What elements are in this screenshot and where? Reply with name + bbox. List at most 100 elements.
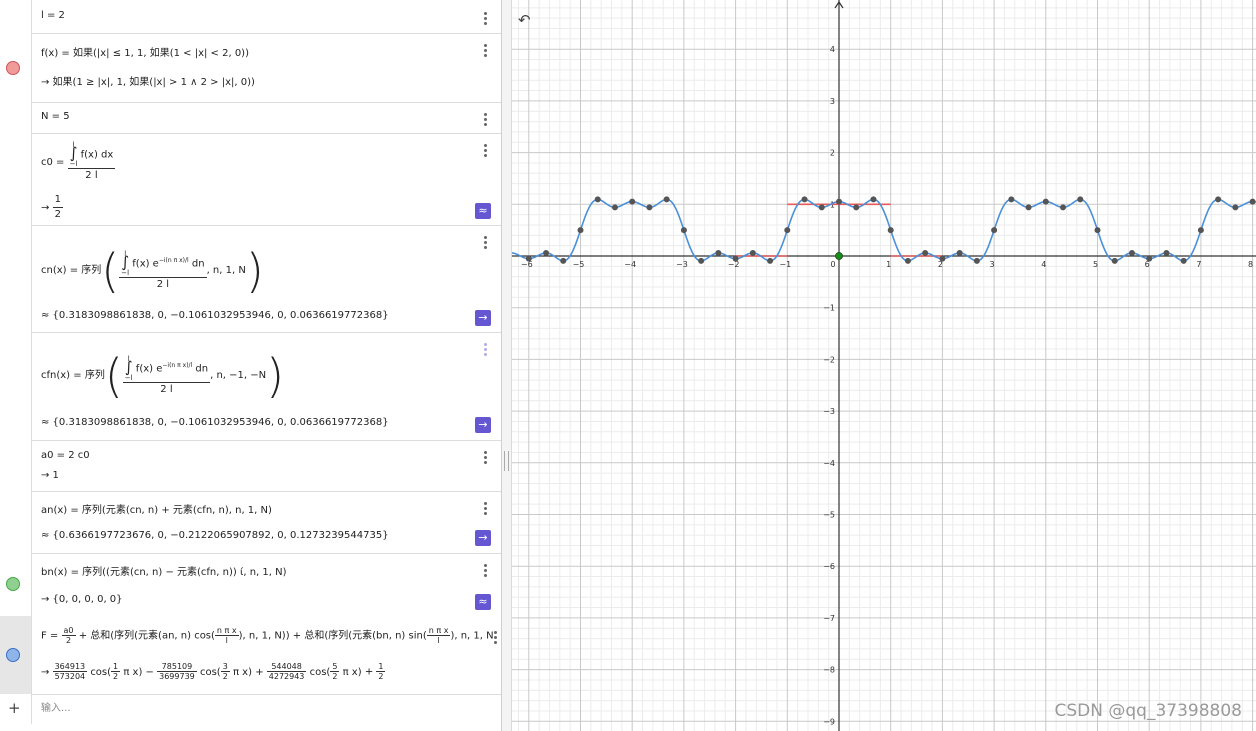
sample-point	[853, 204, 860, 211]
sample-point	[680, 227, 687, 234]
row-output: → 364913 573204 cos(1 2 π x) − 785109 36997…	[41, 662, 386, 681]
integral-lower: −l	[69, 160, 78, 168]
tick-labels: −6−5−4−3−2−10123456784321−1−2−3−4−5−6−7−…	[521, 45, 1253, 726]
visibility-toggle[interactable]	[6, 577, 20, 591]
view-divider[interactable]	[502, 0, 512, 731]
more-options-icon[interactable]	[484, 502, 488, 517]
function-name: cos	[90, 666, 108, 678]
algebra-row-c0[interactable]: c0 = l ∫ −l f(x) dx 2 l → 1 2 ≈	[0, 133, 501, 226]
row-definition: f(x) = 如果(|x| ≤ 1, 1, 如果(1 < |x| < 2, 0)…	[41, 48, 249, 59]
sample-point	[646, 204, 653, 211]
numeric-toggle-button[interactable]: ≈	[475, 594, 491, 610]
algebra-row-cfn[interactable]: cfn(x) = 序列 ( l ∫ −l f(x) e−i(n π x)/l d…	[0, 332, 501, 441]
algebra-row-N[interactable]: N = 5	[0, 102, 501, 134]
undo-icon[interactable]: ↶	[518, 11, 531, 29]
x-tick-label: 4	[1041, 260, 1046, 269]
row-output: → 如果(1 ≥ |x|, 1, 如果(|x| > 1 ∧ 2 > |x|, 0…	[41, 77, 255, 88]
denominator: 2	[113, 672, 119, 681]
y-tick-label: −5	[823, 511, 835, 520]
x-tick-label: −4	[624, 260, 636, 269]
visibility-toggle[interactable]	[6, 61, 20, 75]
sample-point	[1042, 198, 1049, 205]
frequency: 12	[111, 662, 121, 681]
denominator: 2	[65, 636, 72, 645]
algebra-input-row[interactable]: + 输入...	[0, 694, 501, 724]
row-definition: a0 = 2 c0	[41, 450, 90, 461]
more-options-icon[interactable]	[494, 631, 498, 646]
algebra-row-an[interactable]: an(x) = 序列(元素(cn, n) + 元素(cfn, n), n, 1,…	[0, 491, 501, 554]
more-options-icon[interactable]	[484, 12, 488, 27]
denominator: 4272943	[268, 672, 305, 681]
sequence-args: , n, −1, −N	[210, 370, 267, 381]
algebra-row-a0[interactable]: a0 = 2 c0 → 1	[0, 440, 501, 492]
denominator: 2 l	[85, 170, 98, 181]
sample-point	[904, 257, 911, 264]
row-gutter: +	[0, 694, 32, 724]
numerator: a0	[61, 626, 76, 636]
fourier-term: + 544048 4272943 cos(5 2 π x)	[255, 662, 365, 681]
sample-point	[887, 227, 894, 234]
symbolic-toggle-button[interactable]: →	[475, 417, 491, 433]
symbolic-toggle-button[interactable]: →	[475, 310, 491, 326]
symbolic-toggle-button[interactable]: →	[475, 530, 491, 546]
row-gutter	[0, 0, 32, 33]
function-name: cos	[199, 666, 217, 678]
input-bar[interactable]: 输入...	[41, 702, 471, 716]
row-gutter	[0, 33, 32, 102]
paren-left: (	[101, 244, 120, 298]
graphics-view[interactable]: −6−5−4−3−2−10123456784321−1−2−3−4−5−6−7−…	[512, 0, 1256, 731]
y-tick-label: −6	[823, 562, 835, 571]
row-output: → 1	[41, 470, 59, 481]
x-tick-label: −1	[779, 260, 791, 269]
more-options-icon[interactable]	[484, 343, 488, 358]
sin-argument: n π xl	[426, 626, 451, 645]
row-output: ≈ {0.6366197723676, 0, −0.2122065907892,…	[41, 530, 389, 541]
row-definition: bn(x) = 序列((元素(cn, n) − 元素(cfn, n)) ί, n…	[41, 567, 287, 578]
plus-icon[interactable]: +	[8, 699, 21, 717]
x-tick-label: −5	[573, 260, 585, 269]
divider-grip-icon[interactable]	[504, 451, 509, 471]
origin-point[interactable]	[835, 252, 843, 260]
denominator: 573204	[54, 672, 86, 681]
frequency: 52	[330, 662, 340, 681]
algebra-row-F[interactable]: F = a0 2 + 总和(序列(元素(an, n) cos(n π x l), …	[0, 616, 501, 695]
more-options-icon[interactable]	[484, 44, 488, 59]
numerator: 1	[111, 662, 121, 672]
more-options-icon[interactable]	[484, 564, 488, 579]
more-options-icon[interactable]	[484, 113, 488, 128]
more-options-icon[interactable]	[484, 451, 488, 466]
algebra-row-l[interactable]: l = 2	[0, 0, 501, 34]
denominator: 2 l	[160, 384, 173, 395]
fourier-term: − 785109 3699739 cos(3 2 π x)	[145, 662, 256, 681]
sample-point	[1025, 204, 1032, 211]
sample-point	[732, 255, 739, 262]
row-output: → {0, 0, 0, 0, 0}	[41, 594, 123, 605]
sample-point	[1094, 227, 1101, 234]
x-tick-label: 8	[1248, 260, 1253, 269]
row-gutter	[0, 553, 32, 616]
x-tick-label: 0	[830, 260, 835, 269]
grid-minor	[512, 0, 1256, 731]
algebra-row-bn[interactable]: bn(x) = 序列((元素(cn, n) − 元素(cfn, n)) ί, n…	[0, 553, 501, 617]
algebra-row-f[interactable]: f(x) = 如果(|x| ≤ 1, 1, 如果(1 < |x| < 2, 0)…	[0, 33, 501, 103]
term-sign: +	[255, 666, 264, 678]
coefficient: 364913 573204	[52, 662, 88, 681]
sample-point	[1180, 257, 1187, 264]
algebra-row-cn[interactable]: cn(x) = 序列 ( l ∫ −l f(x) e−i(n π x)/l dn…	[0, 225, 501, 333]
denominator: l	[437, 636, 440, 645]
sample-point	[663, 196, 670, 203]
denominator: 2	[378, 672, 384, 681]
numeric-toggle-button[interactable]: ≈	[475, 203, 491, 219]
argument: π x	[123, 666, 139, 678]
F-lhs: F =	[41, 630, 59, 642]
sample-point	[525, 255, 532, 262]
sample-point	[922, 249, 929, 256]
more-options-icon[interactable]	[484, 144, 488, 159]
x-tick-label: 3	[990, 260, 995, 269]
visibility-toggle[interactable]	[6, 648, 20, 662]
more-options-icon[interactable]	[484, 236, 488, 251]
fourier-series-curve[interactable]	[512, 198, 1256, 262]
differential: dn	[195, 363, 209, 375]
cfn-lhs: cfn(x) = 序列	[41, 370, 105, 381]
row-definition: l = 2	[41, 10, 65, 21]
